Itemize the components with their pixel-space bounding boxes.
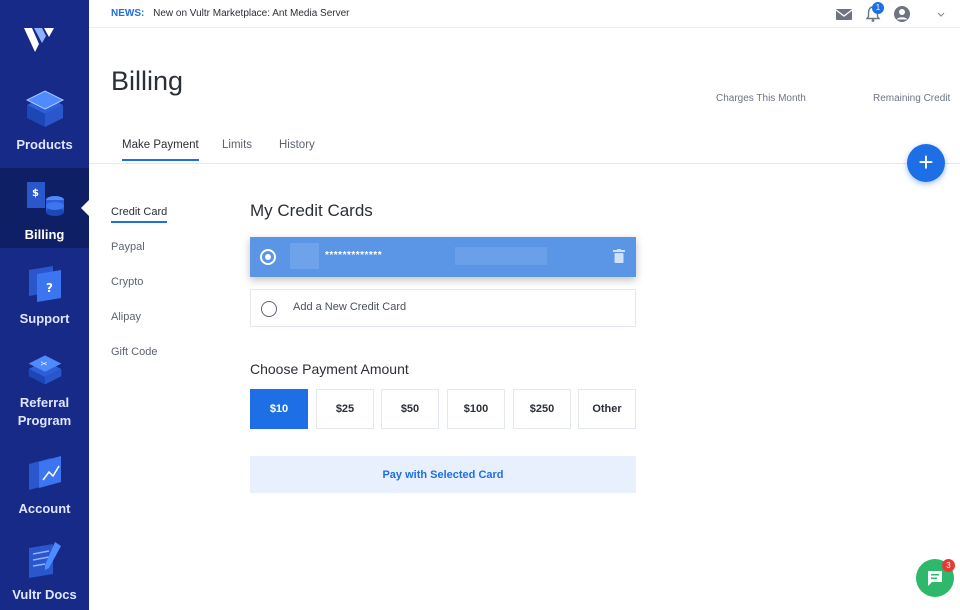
add-new-card-option[interactable]: Add a New Credit Card <box>250 289 636 327</box>
subnav-gift-code[interactable]: Gift Code <box>111 346 157 358</box>
subnav-paypal[interactable]: Paypal <box>111 241 145 253</box>
vultr-logo-icon[interactable] <box>22 24 56 56</box>
sidebar-item-products[interactable]: Products <box>0 88 89 158</box>
active-indicator <box>81 200 89 216</box>
amount-10-button[interactable]: $10 <box>250 389 308 429</box>
subnav-alipay[interactable]: Alipay <box>111 311 141 323</box>
trash-icon[interactable] <box>613 249 625 263</box>
remaining-credit-label: Remaining Credit <box>873 93 951 104</box>
tab-bar: Make Payment Limits History <box>89 133 960 164</box>
top-bar: NEWS: New on Vultr Marketplace: Ant Medi… <box>89 0 960 28</box>
svg-text:?: ? <box>46 281 53 295</box>
subnav-crypto[interactable]: Crypto <box>111 276 143 288</box>
card-details-redacted <box>455 247 547 265</box>
credit-cards-title: My Credit Cards <box>250 201 373 220</box>
sidebar-item-label: Account <box>18 501 71 516</box>
news-banner[interactable]: NEWS: New on Vultr Marketplace: Ant Medi… <box>111 8 350 19</box>
sidebar-item-label: Referral Program <box>17 395 72 428</box>
add-new-card-label: Add a New Credit Card <box>293 301 407 313</box>
user-icon[interactable] <box>893 5 911 23</box>
svg-text:$: $ <box>32 188 39 199</box>
mail-icon[interactable] <box>835 5 853 23</box>
docs-pen-icon <box>28 542 61 578</box>
layers-icon <box>25 90 64 127</box>
card-number: ************* <box>325 250 383 261</box>
notification-badge: 1 <box>872 2 884 14</box>
news-tag: NEWS: <box>111 8 145 19</box>
card-radio-selected[interactable] <box>260 249 276 265</box>
sidebar-item-billing[interactable]: $ Billing <box>0 168 89 248</box>
sidebar-item-referral[interactable]: ✂ Referral Program <box>0 350 89 430</box>
amount-250-button[interactable]: $250 <box>513 389 571 429</box>
tab-limits[interactable]: Limits <box>222 139 252 159</box>
subnav-credit-card[interactable]: Credit Card <box>111 206 168 223</box>
amount-other-button[interactable]: Other <box>578 389 636 429</box>
add-fab-button[interactable]: + <box>907 144 945 182</box>
chevron-down-icon[interactable] <box>935 5 947 23</box>
page-title: Billing <box>111 66 184 96</box>
svg-text:✂: ✂ <box>40 358 47 368</box>
sidebar-item-label: Vultr Docs <box>12 587 77 602</box>
sidebar-item-support[interactable]: ? Support <box>0 262 89 332</box>
pay-with-selected-card-button[interactable]: Pay with Selected Card <box>250 456 636 493</box>
tab-make-payment[interactable]: Make Payment <box>122 139 199 161</box>
card-radio-unselected[interactable] <box>261 301 277 317</box>
amount-25-button[interactable]: $25 <box>316 389 374 429</box>
referral-layers-icon: ✂ <box>28 355 61 385</box>
sidebar-item-account[interactable]: Account <box>0 452 89 522</box>
sidebar-item-label: Products <box>16 137 73 152</box>
sidebar: Products $ Billing ? Support ✂ Referral … <box>0 0 89 610</box>
billing-coins-icon: $ <box>26 182 64 216</box>
card-brand-icon <box>290 243 319 269</box>
sidebar-item-label: Billing <box>24 227 65 242</box>
charges-this-month-label: Charges This Month <box>716 93 806 104</box>
amount-50-button[interactable]: $50 <box>381 389 439 429</box>
account-chart-icon <box>28 456 61 490</box>
news-text[interactable]: New on Vultr Marketplace: Ant Media Serv… <box>153 8 349 19</box>
sidebar-item-vultr-docs[interactable]: Vultr Docs <box>0 538 89 608</box>
saved-credit-card[interactable]: ************* <box>250 237 636 277</box>
support-question-icon: ? <box>28 266 61 302</box>
chat-badge: 3 <box>942 559 955 572</box>
tab-history[interactable]: History <box>279 139 315 159</box>
sidebar-item-label: Support <box>19 311 70 326</box>
amount-100-button[interactable]: $100 <box>447 389 505 429</box>
payment-amount-title: Choose Payment Amount <box>250 361 409 377</box>
